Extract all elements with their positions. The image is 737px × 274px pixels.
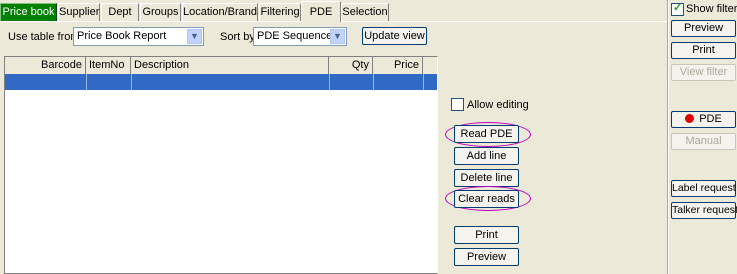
print-button[interactable]: Print — [671, 42, 736, 59]
tab-groups[interactable]: Groups — [140, 3, 181, 21]
chevron-down-icon[interactable]: ▼ — [330, 29, 345, 44]
grid-header: Barcode ItemNo Description Qty Price — [5, 57, 437, 75]
chevron-down-icon[interactable]: ▼ — [187, 29, 202, 44]
clear-reads-button[interactable]: Clear reads — [454, 190, 519, 208]
use-table-select[interactable]: Price Book Report ▼ — [73, 27, 204, 46]
sort-by-value: PDE Sequence — [257, 30, 333, 42]
tab-dept[interactable]: Dept — [101, 3, 139, 21]
sort-by-select[interactable]: PDE Sequence ▼ — [253, 27, 347, 46]
column-itemno[interactable]: ItemNo — [86, 57, 131, 74]
column-qty[interactable]: Qty — [329, 57, 373, 74]
cell-qty[interactable] — [329, 74, 374, 90]
add-line-button[interactable]: Add line — [454, 147, 519, 165]
tab-supplier[interactable]: Supplier — [58, 3, 100, 21]
cell-price[interactable] — [373, 74, 424, 90]
panel-divider-highlight — [668, 0, 669, 274]
record-dot-icon — [685, 114, 695, 123]
show-filter-label: Show filter — [686, 3, 737, 15]
label-request-button[interactable]: Label request — [671, 180, 736, 197]
column-description[interactable]: Description — [131, 57, 329, 74]
cell-itemno[interactable] — [86, 74, 132, 90]
cell-barcode[interactable] — [5, 74, 87, 90]
view-filter-button[interactable]: View filter — [671, 64, 736, 81]
allow-editing-label: Allow editing — [467, 99, 529, 111]
delete-line-button[interactable]: Delete line — [454, 169, 519, 187]
update-view-button[interactable]: Update view — [362, 27, 427, 45]
preview-button[interactable]: Preview — [671, 20, 736, 37]
tab-pde[interactable]: PDE — [301, 1, 341, 22]
cell-description[interactable] — [131, 74, 330, 90]
tab-price-book[interactable]: Price book — [0, 3, 57, 21]
use-table-value: Price Book Report — [77, 30, 167, 42]
pde-button[interactable]: PDE — [671, 111, 736, 128]
checkmark-icon: ✓ — [673, 2, 683, 14]
use-table-label: Use table from — [8, 31, 80, 43]
talker-request-button[interactable]: Talker request — [671, 202, 737, 219]
read-pde-button[interactable]: Read PDE — [454, 125, 519, 143]
pde-button-label: PDE — [699, 113, 722, 125]
print-button[interactable]: Print — [454, 226, 519, 244]
manual-button[interactable]: Manual — [671, 133, 736, 150]
column-barcode[interactable]: Barcode — [5, 57, 86, 74]
tab-filtering[interactable]: Filtering — [259, 3, 301, 21]
pde-grid[interactable]: Barcode ItemNo Description Qty Price — [4, 56, 438, 274]
preview-button[interactable]: Preview — [454, 248, 519, 266]
allow-editing-checkbox[interactable] — [451, 98, 464, 111]
table-row[interactable] — [5, 74, 437, 90]
show-filter-checkbox[interactable]: ✓ — [671, 2, 684, 16]
column-filler — [423, 57, 437, 74]
tab-location-brand[interactable]: Location/Brand — [182, 3, 258, 21]
sort-by-label: Sort by — [220, 31, 255, 43]
tab-selection[interactable]: Selection — [341, 3, 389, 21]
column-price[interactable]: Price — [373, 57, 423, 74]
